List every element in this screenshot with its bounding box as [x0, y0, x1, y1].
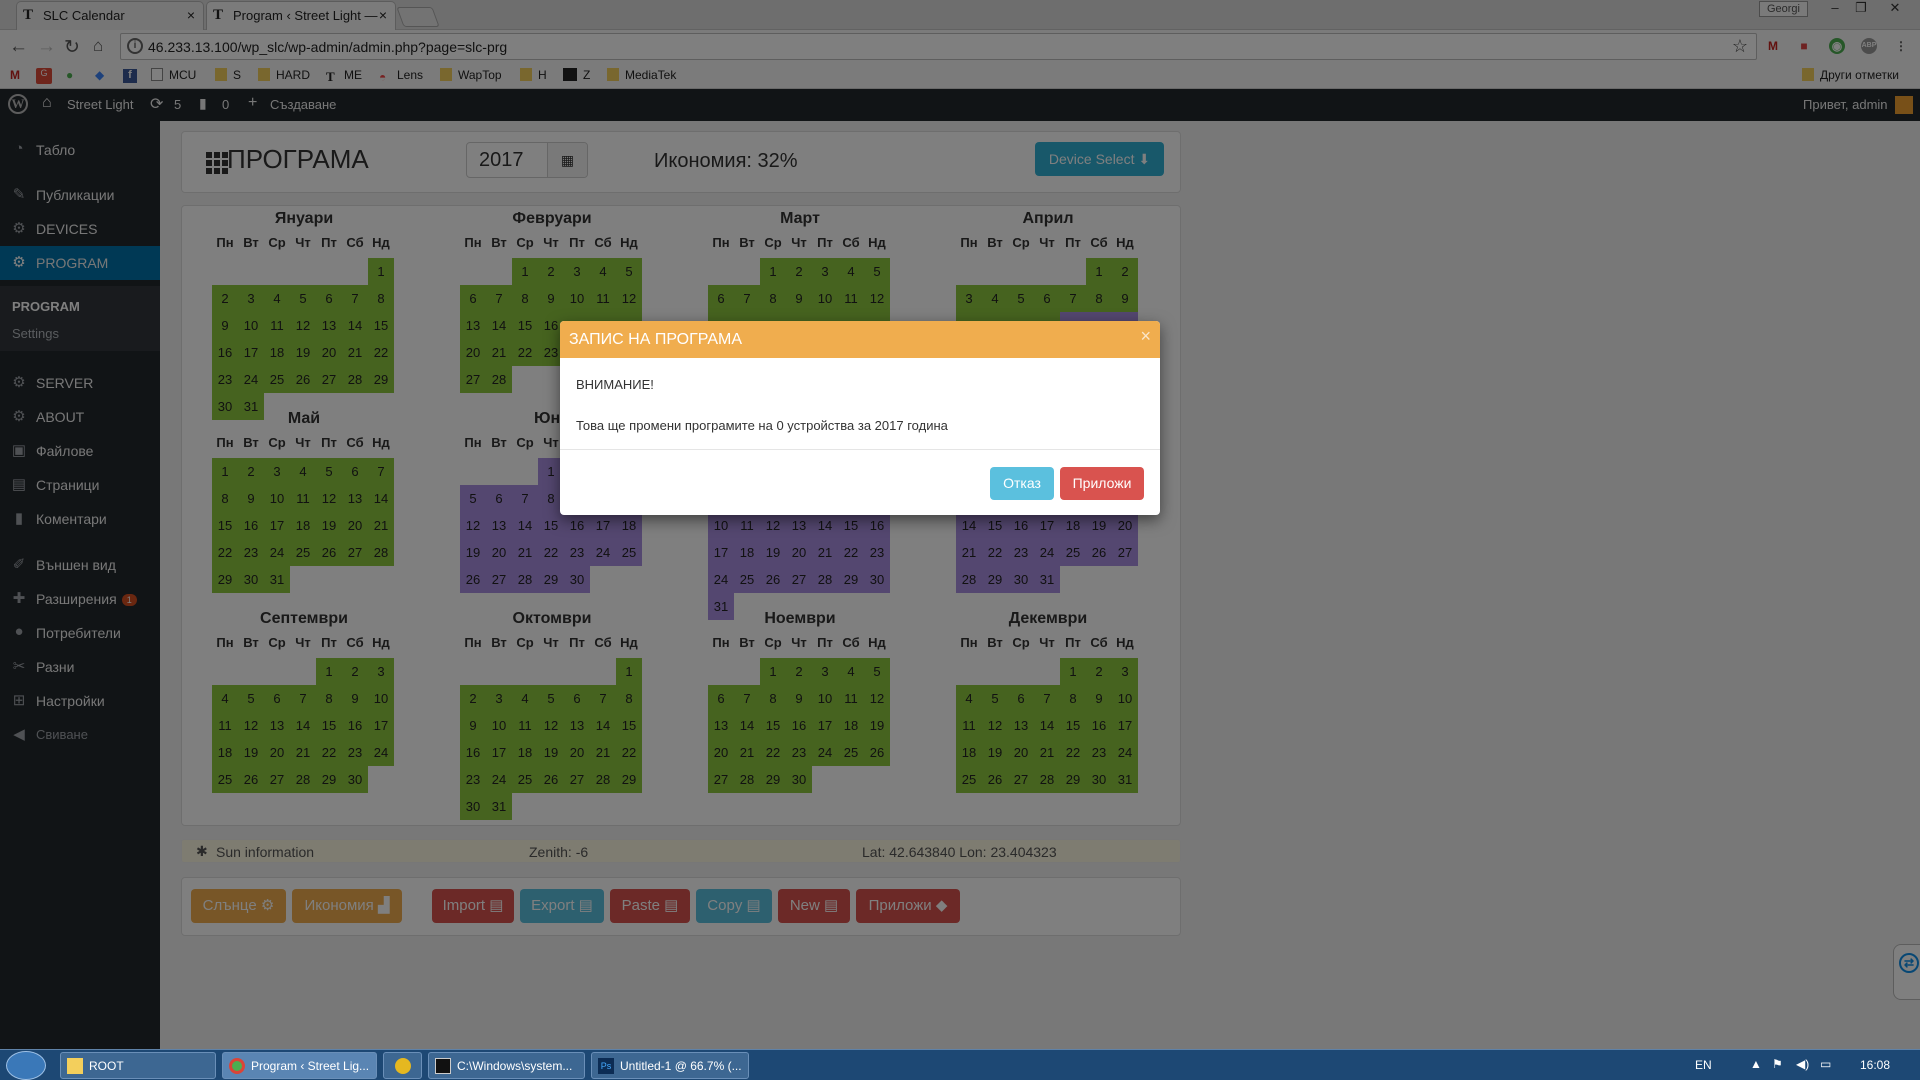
dialog-divider	[560, 449, 1160, 450]
taskbar-item-app[interactable]	[383, 1052, 422, 1079]
taskbar-label: C:\Windows\system...	[457, 1059, 573, 1073]
start-button[interactable]	[6, 1051, 46, 1080]
cmd-icon	[435, 1058, 451, 1074]
photoshop-icon: Ps	[598, 1058, 614, 1074]
folder-icon	[67, 1058, 83, 1074]
action-center-flag-icon[interactable]: ⚑	[1772, 1057, 1783, 1071]
show-hidden-icons-icon[interactable]: ▲	[1750, 1057, 1762, 1071]
taskbar-label: ROOT	[89, 1059, 124, 1073]
chrome-icon	[229, 1058, 245, 1074]
volume-icon[interactable]: ◀)	[1796, 1057, 1809, 1071]
clock[interactable]: 16:08	[1860, 1058, 1890, 1072]
language-indicator[interactable]: EN	[1695, 1058, 1712, 1072]
windows-taskbar: ROOT Program ‹ Street Lig... C:\Windows\…	[0, 1049, 1920, 1080]
save-program-dialog: ЗАПИС НА ПРОГРАМА × ВНИМАНИЕ! Това ще пр…	[560, 321, 1160, 515]
modal-backdrop[interactable]	[0, 0, 1920, 1050]
taskbar-label: Program ‹ Street Lig...	[251, 1059, 370, 1073]
dialog-message: Това ще промени програмите на 0 устройст…	[576, 418, 948, 433]
system-tray: EN ▲ ⚑ ◀) ▭ 16:08	[1690, 1050, 1920, 1080]
confirm-apply-button[interactable]: Приложи	[1060, 467, 1144, 500]
cancel-button[interactable]: Отказ	[990, 467, 1054, 500]
dialog-warning: ВНИМАНИЕ!	[576, 377, 654, 392]
app-icon	[395, 1058, 411, 1074]
taskbar-item-cmd[interactable]: C:\Windows\system...	[428, 1052, 585, 1079]
close-icon[interactable]: ×	[1140, 326, 1151, 347]
dialog-title: ЗАПИС НА ПРОГРАМА	[569, 331, 743, 348]
dialog-header: ЗАПИС НА ПРОГРАМА ×	[560, 321, 1160, 358]
taskbar-item-photoshop[interactable]: Ps Untitled-1 @ 66.7% (...	[591, 1052, 749, 1079]
taskbar-item-chrome[interactable]: Program ‹ Street Lig...	[222, 1052, 377, 1079]
taskbar-item-root[interactable]: ROOT	[60, 1052, 216, 1079]
taskbar-label: Untitled-1 @ 66.7% (...	[620, 1059, 742, 1073]
network-icon[interactable]: ▭	[1820, 1057, 1831, 1071]
